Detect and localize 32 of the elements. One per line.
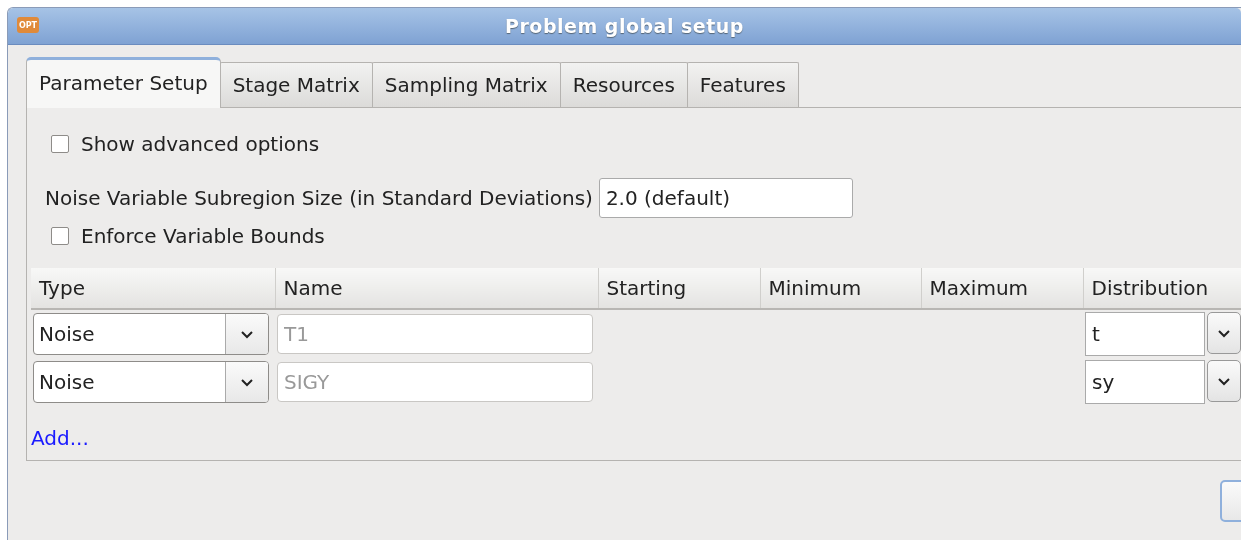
chevron-icon (1217, 328, 1231, 338)
type-dropdown[interactable]: Noise (33, 313, 269, 355)
checkbox[interactable] (51, 227, 69, 245)
column-header[interactable]: Maximum (921, 268, 1083, 309)
tab[interactable]: Resources (559, 62, 688, 107)
checkbox[interactable] (51, 135, 69, 153)
checkbox-label: Enforce Variable Bounds (81, 224, 325, 248)
dropdown-button[interactable] (1207, 312, 1241, 354)
column-header[interactable]: Starting (598, 268, 760, 309)
distribution-field[interactable]: t (1085, 312, 1205, 356)
tab[interactable]: Features (686, 62, 799, 107)
column-header[interactable]: Type (31, 268, 275, 309)
tab[interactable]: Parameter Setup (26, 57, 221, 108)
column-header[interactable]: Distribution (1083, 268, 1241, 309)
dropdown-button[interactable] (1207, 360, 1241, 402)
column-header[interactable]: Name (275, 268, 598, 309)
chevron-icon (226, 362, 268, 402)
distribution-field[interactable]: sy (1085, 360, 1205, 404)
tab[interactable]: Stage Matrix (219, 62, 373, 107)
window-title: Problem global setup (505, 15, 744, 37)
app-logo-icon: OPT (17, 17, 39, 33)
chevron-icon (1217, 376, 1231, 386)
name-field[interactable]: T1 (277, 314, 593, 354)
column-header[interactable]: Minimum (760, 268, 921, 309)
add-link[interactable]: Add... (31, 426, 89, 450)
field-label: Noise Variable Subregion Size (in Standard Deviations) (45, 186, 593, 210)
input-field[interactable]: 2.0 (default) (598, 178, 853, 218)
checkbox-label: Show advanced options (81, 132, 320, 156)
name-field[interactable]: SIGY (277, 362, 593, 402)
tab[interactable]: Sampling Matrix (371, 62, 561, 107)
chevron-icon (226, 314, 268, 354)
type-dropdown[interactable]: Noise (33, 361, 269, 403)
